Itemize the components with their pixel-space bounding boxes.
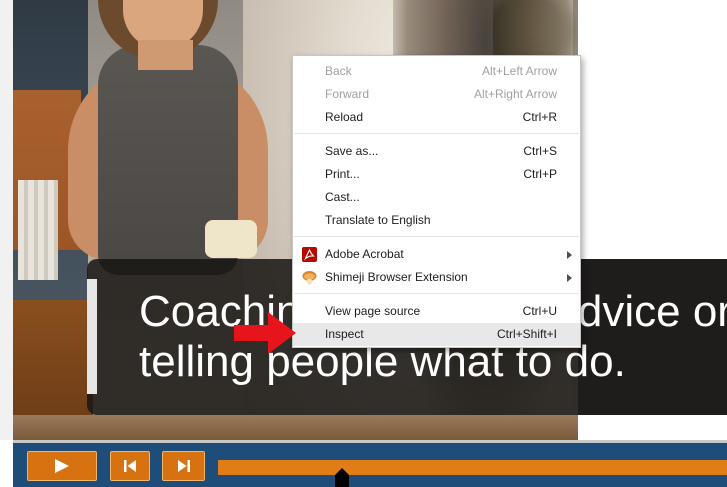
menu-item-shortcut: Ctrl+Shift+I (496, 327, 557, 341)
menu-item-shimeji[interactable]: Shimeji Browser Extension (293, 266, 580, 289)
menu-item-label: Save as... (325, 144, 379, 158)
background-books (18, 180, 58, 280)
woman-neck (138, 40, 193, 70)
skip-previous-icon (124, 460, 136, 472)
context-menu: Back Alt+Left Arrow Forward Alt+Right Ar… (292, 55, 581, 348)
menu-item-back[interactable]: Back Alt+Left Arrow (293, 60, 580, 83)
menu-item-reload[interactable]: Reload Ctrl+R (293, 106, 580, 129)
menu-item-label: Inspect (325, 327, 364, 341)
menu-item-label: Translate to English (325, 213, 431, 227)
play-button[interactable] (27, 451, 97, 481)
menu-separator (294, 236, 579, 237)
video-frame-bottom (13, 415, 578, 440)
menu-item-inspect[interactable]: Inspect Ctrl+Shift+I (293, 323, 580, 346)
menu-item-view-source[interactable]: View page source Ctrl+U (293, 300, 580, 323)
play-icon (55, 459, 69, 473)
red-arrow-icon (234, 312, 296, 354)
menu-item-shortcut: Alt+Right Arrow (473, 87, 557, 101)
player-control-bar (13, 440, 727, 487)
menu-item-adobe-acrobat[interactable]: Adobe Acrobat (293, 243, 580, 266)
menu-item-label: Adobe Acrobat (325, 247, 404, 261)
menu-item-label: Back (325, 64, 352, 78)
menu-item-label: Print... (325, 167, 360, 181)
menu-item-shortcut: Ctrl+P (523, 167, 557, 181)
adobe-acrobat-icon (302, 247, 317, 262)
menu-item-label: Shimeji Browser Extension (325, 270, 468, 284)
player-divider (13, 440, 727, 443)
menu-item-label: Cast... (325, 190, 360, 204)
browser-viewport: Coaching isn't giving advice or telling … (0, 0, 727, 487)
menu-item-save-as[interactable]: Save as... Ctrl+S (293, 140, 580, 163)
menu-item-forward[interactable]: Forward Alt+Right Arrow (293, 83, 580, 106)
menu-item-shortcut: Ctrl+R (522, 110, 557, 124)
submenu-arrow-icon (567, 251, 572, 259)
menu-item-shortcut: Alt+Left Arrow (481, 64, 557, 78)
menu-item-label: Reload (325, 110, 364, 124)
menu-item-label: Forward (325, 87, 370, 101)
page-margin (0, 0, 13, 440)
shimeji-icon (302, 271, 317, 285)
caption-accent-bar (87, 279, 97, 394)
skip-next-icon (177, 460, 190, 472)
menu-item-cast[interactable]: Cast... (293, 186, 580, 209)
scrubber-handle[interactable] (335, 468, 349, 487)
menu-item-label: View page source (325, 304, 421, 318)
next-button[interactable] (162, 451, 205, 481)
menu-separator (294, 293, 579, 294)
menu-separator (294, 133, 579, 134)
coffee-cup (205, 220, 257, 258)
menu-item-translate[interactable]: Translate to English (293, 209, 580, 232)
progress-track[interactable] (218, 460, 727, 475)
menu-item-print[interactable]: Print... Ctrl+P (293, 163, 580, 186)
menu-item-shortcut: Ctrl+U (522, 304, 557, 318)
submenu-arrow-icon (567, 274, 572, 282)
menu-item-shortcut: Ctrl+S (523, 144, 557, 158)
previous-button[interactable] (110, 451, 150, 481)
